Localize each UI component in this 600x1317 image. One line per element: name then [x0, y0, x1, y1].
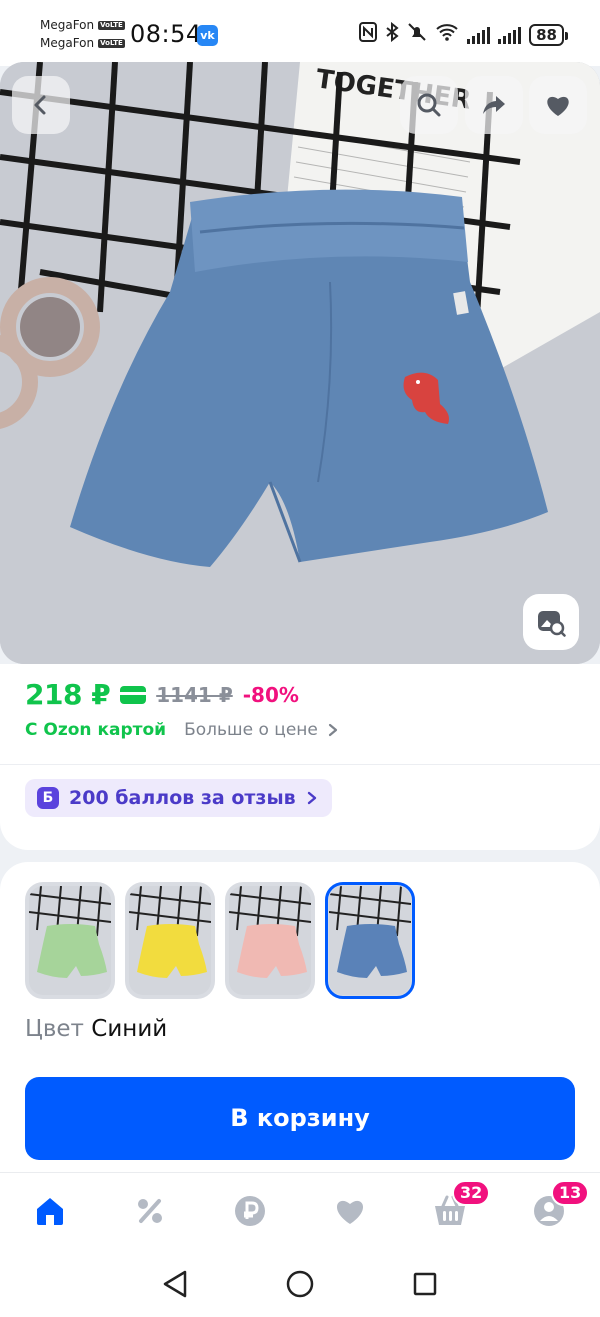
- color-variant-pink[interactable]: [225, 882, 315, 999]
- ozon-card-label: С Ozon картой: [25, 720, 167, 740]
- price-section: 218 ₽ 1141 ₽ -80% С Ozon картой Больше о…: [0, 664, 600, 850]
- heart-icon: [333, 1196, 367, 1230]
- nav-ruble[interactable]: [230, 1193, 270, 1233]
- home-icon: [33, 1195, 67, 1231]
- color-variant-blue[interactable]: [325, 882, 415, 999]
- selected-color-label: Цвет Синий: [25, 1016, 167, 1042]
- nav-profile[interactable]: 13: [529, 1180, 590, 1233]
- variant-thumbnail: [129, 886, 211, 995]
- carrier-name: MegaFon: [40, 36, 95, 50]
- system-icons: 88: [359, 21, 568, 47]
- android-navigation-bar: [0, 1250, 600, 1317]
- search-icon: [417, 93, 441, 117]
- bluetooth-icon: [385, 21, 399, 47]
- volte-icon: VoLTE: [98, 38, 125, 48]
- color-variant-green[interactable]: [25, 882, 115, 999]
- variant-section: Цвет Синий В корзину: [0, 862, 600, 1172]
- search-button[interactable]: [400, 76, 458, 134]
- variant-thumbnail: [229, 886, 311, 995]
- battery-indicator: 88: [529, 23, 568, 46]
- home-nav-icon[interactable]: [286, 1270, 314, 1298]
- arrow-left-icon: [34, 95, 46, 115]
- product-photo: TOGETHER: [0, 62, 600, 664]
- nav-heart[interactable]: [330, 1193, 370, 1233]
- count-badge: 32: [452, 1180, 491, 1206]
- carrier-name: MegaFon: [40, 18, 95, 32]
- nav-percent[interactable]: [130, 1193, 170, 1233]
- vk-notification-icon: vk: [197, 25, 218, 46]
- count-badge: 13: [551, 1180, 590, 1206]
- back-nav-icon[interactable]: [163, 1270, 187, 1298]
- divider: [0, 764, 600, 765]
- review-points-chip[interactable]: Б 200 баллов за отзыв: [25, 779, 332, 817]
- price-info-row: С Ozon картой Больше о цене: [25, 720, 339, 740]
- chevron-right-icon: [307, 791, 316, 805]
- price-row: 218 ₽ 1141 ₽ -80%: [25, 678, 299, 711]
- volte-icon: VoLTE: [98, 20, 125, 30]
- signal-icon: [498, 26, 522, 44]
- status-bar: MegaFon VoLTE MegaFon VoLTE 08:54 vk 88: [0, 0, 600, 66]
- wifi-icon: [435, 22, 459, 47]
- mute-icon: [407, 22, 427, 47]
- signal-icon: [467, 26, 491, 44]
- product-image[interactable]: TOGETHER: [0, 62, 600, 664]
- review-points-label: 200 баллов за отзыв: [69, 787, 296, 809]
- visual-search-button[interactable]: [523, 594, 579, 650]
- more-about-price-link[interactable]: Больше о цене: [184, 720, 339, 740]
- ozon-card-icon: [120, 685, 147, 704]
- more-about-price-label: Больше о цене: [184, 720, 318, 740]
- ruble-icon: [234, 1195, 266, 1231]
- old-price: 1141 ₽: [156, 682, 233, 707]
- color-variants: [25, 882, 415, 999]
- recents-nav-icon[interactable]: [413, 1272, 437, 1296]
- status-clock: 08:54: [130, 20, 202, 48]
- color-key: Цвет: [25, 1016, 84, 1042]
- chevron-right-icon: [329, 723, 338, 737]
- discount-badge: -80%: [242, 682, 299, 707]
- bonus-points-icon: Б: [37, 787, 59, 809]
- percent-icon: [135, 1196, 165, 1230]
- heart-icon: [547, 96, 569, 116]
- nav-cart[interactable]: 32: [430, 1180, 491, 1233]
- bottom-navigation: 32 13: [0, 1172, 600, 1250]
- favorite-button[interactable]: [529, 76, 587, 134]
- current-price: 218 ₽: [25, 678, 111, 711]
- share-icon: [483, 96, 505, 114]
- share-button[interactable]: [465, 76, 523, 134]
- back-button[interactable]: [12, 76, 70, 134]
- variant-thumbnail: [29, 886, 111, 995]
- color-variant-yellow[interactable]: [125, 882, 215, 999]
- add-to-cart-button[interactable]: В корзину: [25, 1077, 575, 1160]
- nav-home[interactable]: [30, 1193, 70, 1233]
- variant-thumbnail: [329, 886, 411, 995]
- color-value: Синий: [91, 1016, 168, 1042]
- image-search-icon: [538, 611, 566, 637]
- nfc-icon: [359, 22, 378, 47]
- carrier-info: MegaFon VoLTE MegaFon VoLTE: [40, 16, 125, 52]
